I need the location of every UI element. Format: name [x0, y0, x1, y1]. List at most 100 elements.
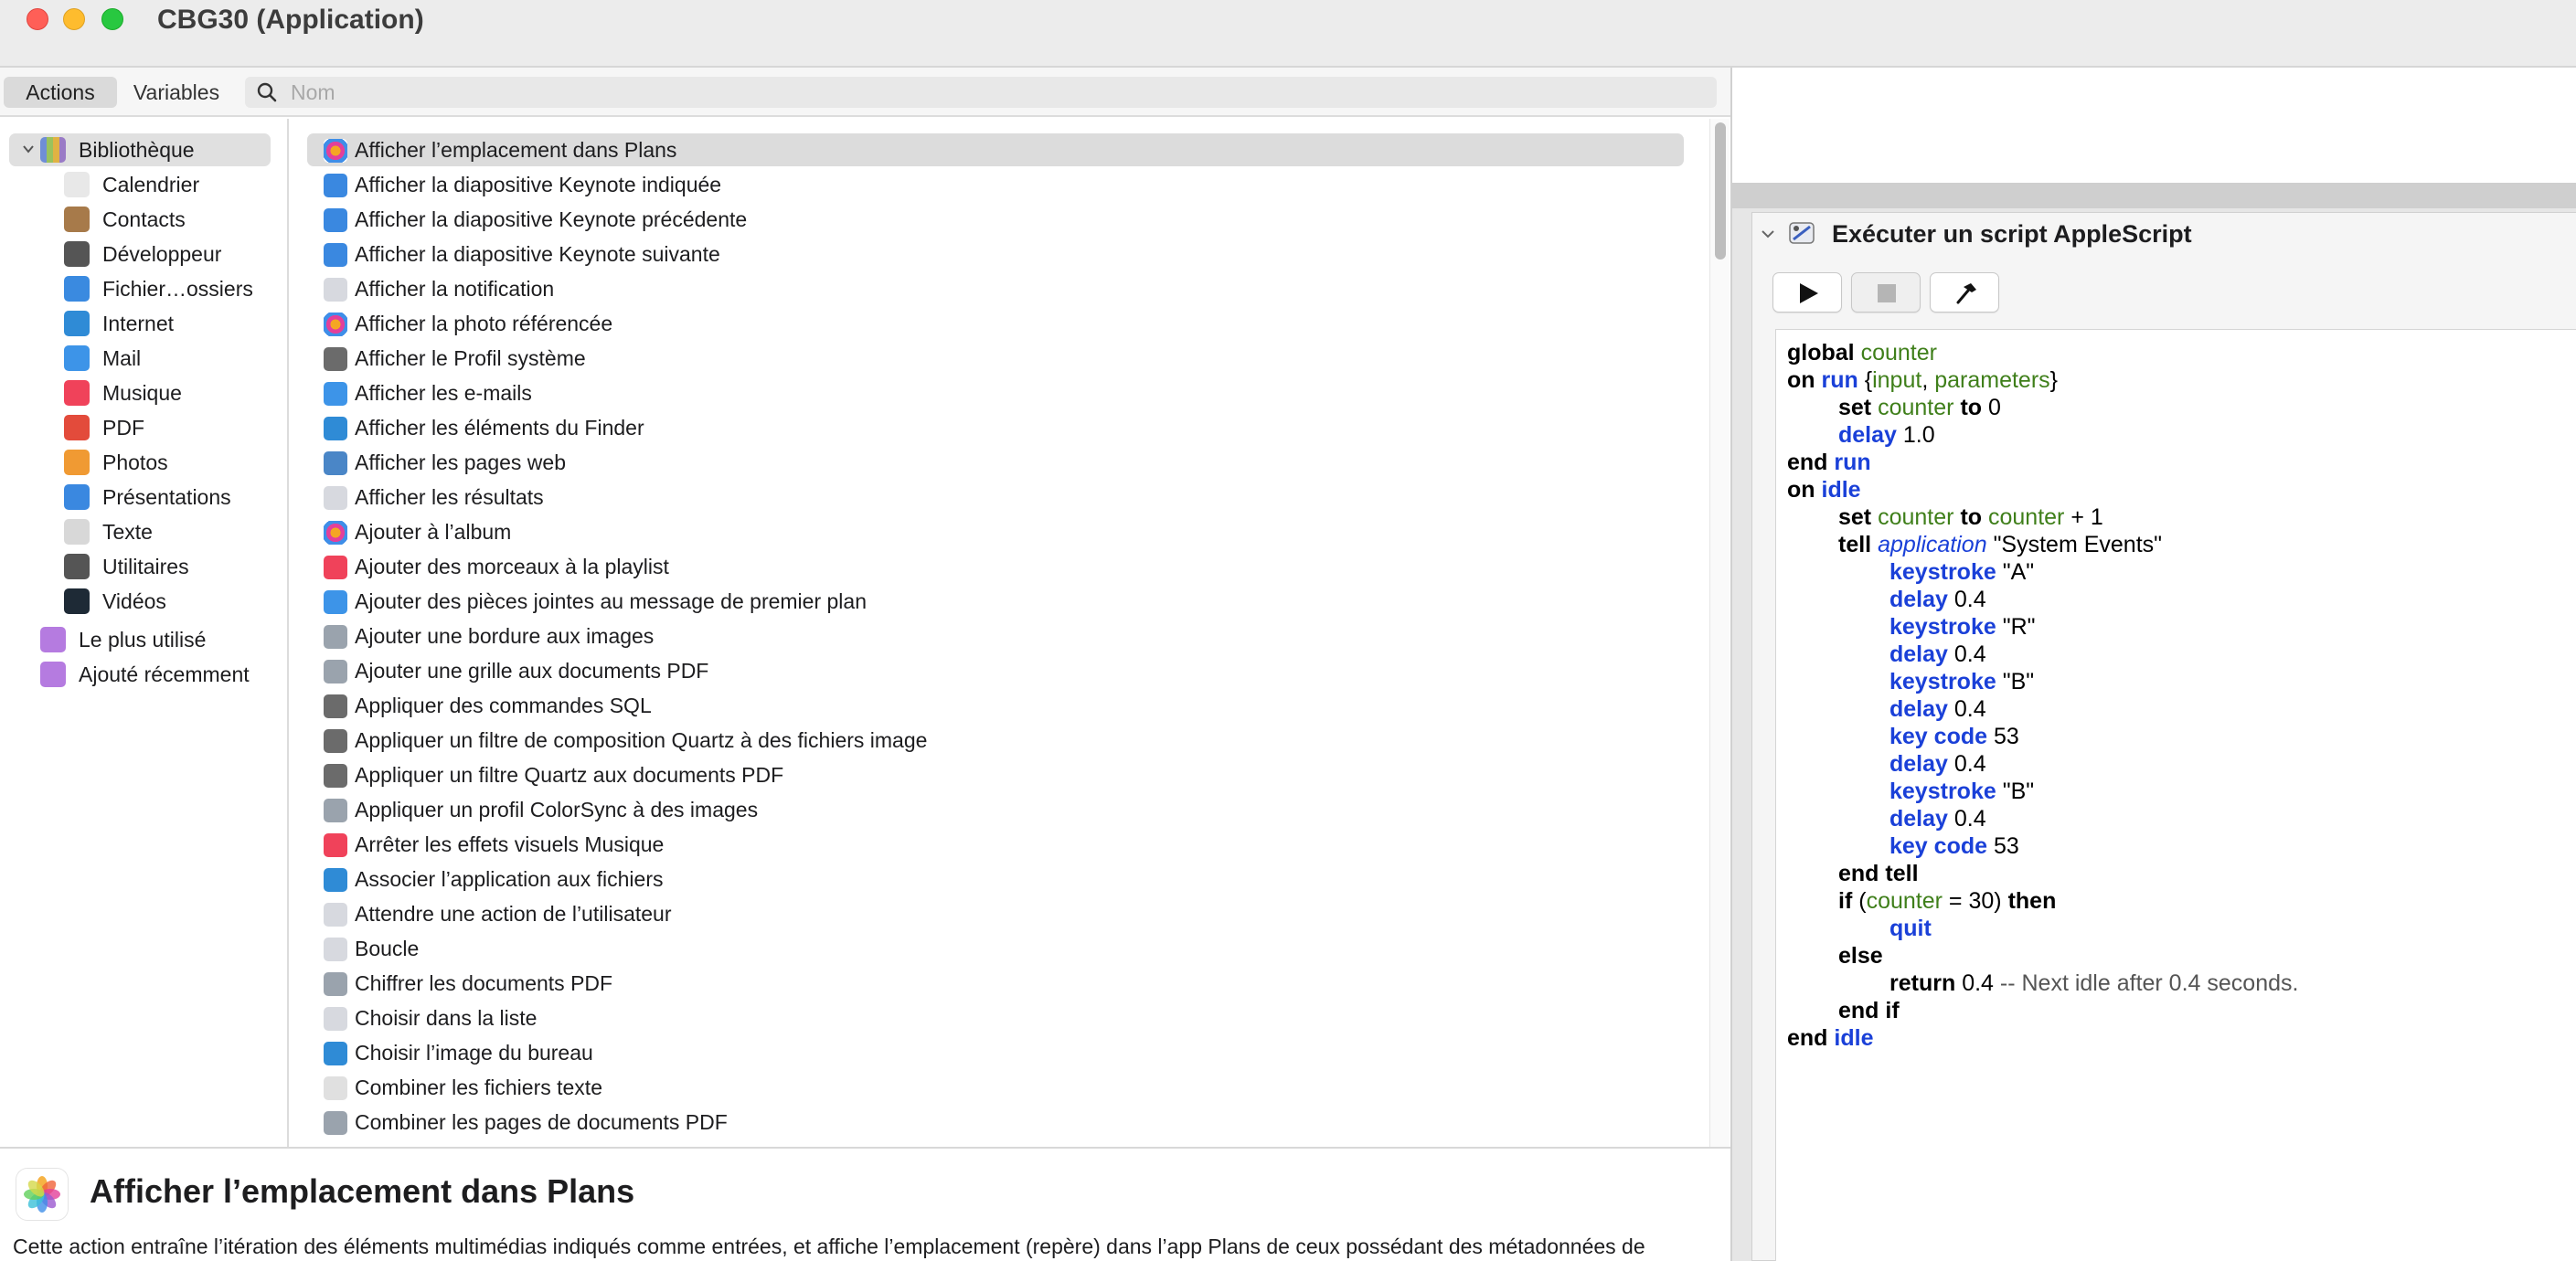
list-item[interactable]: Combiner les fichiers texte: [307, 1071, 1684, 1104]
sidebar-item-utilitaires[interactable]: Utilitaires: [64, 550, 283, 583]
photos-icon: [324, 521, 347, 545]
list-item[interactable]: Attendre une action de l’utilisateur: [307, 897, 1684, 930]
list-item[interactable]: Afficher les éléments du Finder: [307, 411, 1684, 444]
action-label: Afficher les pages web: [355, 450, 566, 474]
list-item[interactable]: Ajouter des pièces jointes au message de…: [307, 585, 1684, 618]
safari-icon: [324, 451, 347, 475]
sidebar-item-most-used[interactable]: Le plus utilisé: [40, 623, 278, 656]
script-line: delay 0.4: [1889, 806, 1986, 832]
list-item[interactable]: Afficher la photo référencée: [307, 307, 1684, 340]
preview-icon: [324, 625, 347, 649]
action-label: Afficher la diapositive Keynote précéden…: [355, 207, 748, 231]
list-item[interactable]: Ajouter une bordure aux images: [307, 620, 1684, 652]
keynote-icon: [64, 484, 90, 510]
script-line: end idle: [1787, 1025, 1874, 1051]
sidebar-item-label: Vidéos: [102, 589, 166, 613]
mail-icon: [324, 590, 347, 614]
sidebar-item-label: Développeur: [102, 242, 222, 266]
action-label: Arrêter les effets visuels Musique: [355, 832, 665, 856]
tab-actions[interactable]: Actions: [4, 77, 117, 108]
list-item[interactable]: Appliquer un filtre de composition Quart…: [307, 724, 1684, 757]
script-line: keystroke "B": [1889, 779, 2035, 804]
list-item[interactable]: Afficher les pages web: [307, 446, 1684, 479]
script-line: global counter: [1787, 340, 1937, 366]
minimize-window-button[interactable]: [63, 8, 85, 30]
list-item[interactable]: Chiffrer les documents PDF: [307, 967, 1684, 1000]
sidebar-item-musique[interactable]: Musique: [64, 376, 283, 409]
list-item[interactable]: Afficher l’emplacement dans Plans: [307, 133, 1684, 166]
sidebar-item-internet[interactable]: Internet: [64, 307, 283, 340]
chevron-down-icon[interactable]: [1761, 227, 1775, 241]
search-icon: [257, 82, 277, 102]
sidebar-item-présentations[interactable]: Présentations: [64, 481, 283, 514]
mail-icon: [324, 382, 347, 406]
compile-script-button[interactable]: [1930, 272, 1999, 313]
list-item[interactable]: Combiner les pages de documents PDF: [307, 1106, 1684, 1139]
script-editor[interactable]: global counter on run {input, parameters}…: [1775, 329, 2576, 1261]
actions-scrollbar[interactable]: [1709, 119, 1730, 1147]
photos-icon: [324, 139, 347, 163]
list-item[interactable]: Ajouter à l’album: [307, 515, 1684, 548]
tab-variables[interactable]: Variables: [122, 77, 230, 108]
script-line: set counter to counter + 1: [1838, 504, 2103, 530]
script-line: on idle: [1787, 477, 1861, 503]
sidebar-item-label: Photos: [102, 450, 168, 474]
sidebar-item-fichier-ossiers[interactable]: Fichier…ossiers: [64, 272, 283, 305]
action-label: Associer l’application aux fichiers: [355, 867, 664, 891]
list-item[interactable]: Choisir l’image du bureau: [307, 1036, 1684, 1069]
developer-tools-icon: [324, 347, 347, 371]
list-item[interactable]: Ajouter une grille aux documents PDF: [307, 654, 1684, 687]
list-item[interactable]: Afficher la diapositive Keynote précéden…: [307, 203, 1684, 236]
action-label: Appliquer des commandes SQL: [355, 694, 652, 717]
sidebar-item-vidéos[interactable]: Vidéos: [64, 585, 283, 618]
run-script-button[interactable]: [1772, 272, 1842, 313]
script-line: return 0.4 -- Next idle after 0.4 second…: [1889, 970, 2299, 996]
zoom-window-button[interactable]: [101, 8, 123, 30]
close-window-button[interactable]: [27, 8, 48, 30]
action-label: Ajouter une grille aux documents PDF: [355, 659, 709, 683]
photos-icon: [64, 450, 90, 475]
list-item[interactable]: Afficher les résultats: [307, 481, 1684, 514]
list-item[interactable]: Ajouter des morceaux à la playlist: [307, 550, 1684, 583]
search-input[interactable]: [291, 77, 1698, 108]
list-item[interactable]: Afficher la diapositive Keynote suivante: [307, 238, 1684, 270]
action-label: Afficher les éléments du Finder: [355, 416, 644, 440]
list-item[interactable]: Appliquer un filtre Quartz aux documents…: [307, 758, 1684, 791]
list-item[interactable]: Afficher la diapositive Keynote indiquée: [307, 168, 1684, 201]
text-icon: [64, 519, 90, 545]
list-item[interactable]: Arrêter les effets visuels Musique: [307, 828, 1684, 861]
list-item[interactable]: Boucle: [307, 932, 1684, 965]
description-title: Afficher l’emplacement dans Plans: [90, 1172, 635, 1210]
sidebar-item-texte[interactable]: Texte: [64, 515, 283, 548]
sidebar-item-library[interactable]: Bibliothèque: [9, 133, 271, 166]
title-bar: CBG30 (Application): [0, 0, 2576, 68]
list-item[interactable]: Appliquer des commandes SQL: [307, 689, 1684, 722]
search-field[interactable]: [245, 77, 1717, 108]
action-label: Appliquer un profil ColorSync à des imag…: [355, 798, 759, 821]
list-item[interactable]: Associer l’application aux fichiers: [307, 863, 1684, 895]
sidebar-item-photos[interactable]: Photos: [64, 446, 283, 479]
script-line: keystroke "R": [1889, 614, 2036, 640]
sidebar-item-pdf[interactable]: PDF: [64, 411, 283, 444]
scrollbar-thumb[interactable]: [1715, 122, 1726, 260]
automator-icon: [324, 903, 347, 927]
action-label: Boucle: [355, 937, 420, 960]
list-item[interactable]: Appliquer un profil ColorSync à des imag…: [307, 793, 1684, 826]
stop-script-button[interactable]: [1851, 272, 1921, 313]
pdf-icon: [64, 415, 90, 440]
list-item[interactable]: Afficher la notification: [307, 272, 1684, 305]
sidebar-item-contacts[interactable]: Contacts: [64, 203, 283, 236]
list-item[interactable]: Afficher les e-mails: [307, 376, 1684, 409]
library-sidebar: Bibliothèque Calendrier Contacts Développe…: [0, 119, 289, 1147]
sidebar-item-recently-added[interactable]: Ajouté récemment: [40, 658, 278, 691]
list-item[interactable]: Choisir dans la liste: [307, 1001, 1684, 1034]
sidebar-item-calendrier[interactable]: Calendrier: [64, 168, 283, 201]
sidebar-item-mail[interactable]: Mail: [64, 342, 283, 375]
list-item[interactable]: Afficher le Profil système: [307, 342, 1684, 375]
utilities-icon: [64, 554, 90, 579]
hammer-icon: [1956, 283, 1976, 304]
sidebar-item-label: Texte: [102, 520, 153, 544]
sidebar-item-développeur[interactable]: Développeur: [64, 238, 283, 270]
finder-icon: [64, 276, 90, 302]
action-label: Choisir l’image du bureau: [355, 1041, 593, 1065]
